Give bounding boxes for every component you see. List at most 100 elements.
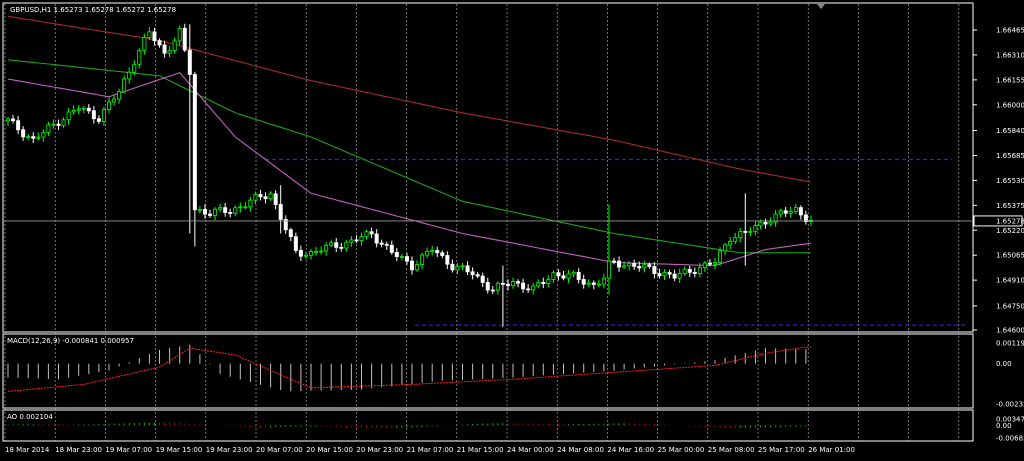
candle-body[interactable] bbox=[505, 283, 510, 287]
candle-body[interactable] bbox=[329, 242, 334, 246]
candle-body[interactable] bbox=[344, 241, 349, 249]
candle-body[interactable] bbox=[293, 236, 298, 251]
candle-body[interactable] bbox=[672, 273, 677, 279]
candle-body[interactable] bbox=[374, 233, 379, 244]
candle-body[interactable] bbox=[41, 131, 46, 138]
candle-body[interactable] bbox=[556, 272, 561, 277]
candle-body[interactable] bbox=[152, 31, 157, 42]
candle-body[interactable] bbox=[51, 123, 56, 126]
candle-body[interactable] bbox=[713, 262, 718, 265]
candle-body[interactable] bbox=[127, 71, 132, 80]
candle-body[interactable] bbox=[480, 275, 485, 283]
candle-body[interactable] bbox=[637, 266, 642, 269]
candle-body[interactable] bbox=[359, 236, 364, 242]
candle-body[interactable] bbox=[415, 264, 420, 271]
candle-body[interactable] bbox=[768, 221, 773, 225]
candle-body[interactable] bbox=[258, 194, 263, 198]
candle-body[interactable] bbox=[96, 118, 101, 122]
candle-body[interactable] bbox=[268, 193, 273, 200]
candle-body[interactable] bbox=[778, 210, 783, 215]
candle-body[interactable] bbox=[743, 231, 748, 233]
candle-body[interactable] bbox=[137, 49, 142, 65]
candle-body[interactable] bbox=[551, 272, 556, 280]
candle-body[interactable] bbox=[81, 107, 86, 110]
candle-body[interactable] bbox=[71, 109, 76, 113]
candle-body[interactable] bbox=[707, 262, 712, 265]
candle-body[interactable] bbox=[233, 207, 238, 214]
candle-body[interactable] bbox=[702, 262, 707, 268]
candle-body[interactable] bbox=[748, 230, 753, 233]
candle-body[interactable] bbox=[667, 272, 672, 275]
candle-body[interactable] bbox=[788, 211, 793, 214]
candle-body[interactable] bbox=[107, 101, 112, 110]
candle-body[interactable] bbox=[86, 107, 91, 112]
candle-body[interactable] bbox=[112, 98, 117, 103]
candle-body[interactable] bbox=[581, 279, 586, 285]
candle-body[interactable] bbox=[298, 250, 303, 257]
candle-body[interactable] bbox=[521, 282, 526, 290]
candle-body[interactable] bbox=[783, 210, 788, 214]
candle-body[interactable] bbox=[763, 221, 768, 225]
candle-body[interactable] bbox=[657, 273, 662, 277]
candle-body[interactable] bbox=[288, 229, 293, 238]
candle-body[interactable] bbox=[627, 263, 632, 267]
candle-body[interactable] bbox=[56, 123, 61, 126]
candle-body[interactable] bbox=[541, 281, 546, 284]
candle-body[interactable] bbox=[162, 44, 167, 54]
candle-body[interactable] bbox=[606, 260, 611, 279]
candle-body[interactable] bbox=[460, 265, 465, 268]
candle-body[interactable] bbox=[36, 136, 41, 139]
candle-body[interactable] bbox=[728, 240, 733, 246]
candle-body[interactable] bbox=[682, 268, 687, 274]
candle-body[interactable] bbox=[46, 124, 51, 133]
candle-body[interactable] bbox=[622, 265, 627, 268]
candle-body[interactable] bbox=[425, 250, 430, 256]
candle-body[interactable] bbox=[26, 136, 31, 139]
candle-body[interactable] bbox=[677, 272, 682, 279]
candle-body[interactable] bbox=[586, 282, 591, 285]
candle-body[interactable] bbox=[490, 289, 495, 292]
candle-body[interactable] bbox=[692, 271, 697, 274]
candle-body[interactable] bbox=[793, 207, 798, 212]
candle-body[interactable] bbox=[455, 265, 460, 271]
candle-body[interactable] bbox=[758, 221, 763, 227]
candle-body[interactable] bbox=[753, 225, 758, 232]
candle-body[interactable] bbox=[324, 244, 329, 252]
candle-body[interactable] bbox=[66, 111, 71, 121]
candle-body[interactable] bbox=[561, 275, 566, 279]
candle-body[interactable] bbox=[591, 282, 596, 285]
candle-body[interactable] bbox=[394, 252, 399, 258]
candle-body[interactable] bbox=[500, 282, 505, 285]
candle-body[interactable] bbox=[192, 74, 197, 211]
candle-body[interactable] bbox=[510, 281, 515, 287]
candle-body[interactable] bbox=[202, 208, 207, 215]
candle-body[interactable] bbox=[6, 118, 11, 122]
candle-body[interactable] bbox=[576, 271, 581, 280]
candle-body[interactable] bbox=[718, 250, 723, 264]
candle-body[interactable] bbox=[76, 108, 81, 111]
candle-body[interactable] bbox=[91, 110, 96, 120]
candle-body[interactable] bbox=[314, 251, 319, 253]
candle-body[interactable] bbox=[248, 199, 253, 208]
candle-body[interactable] bbox=[389, 244, 394, 253]
candle-body[interactable] bbox=[440, 252, 445, 256]
candle-body[interactable] bbox=[445, 255, 450, 265]
candle-body[interactable] bbox=[526, 288, 531, 291]
candle-body[interactable] bbox=[450, 263, 455, 271]
candle-body[interactable] bbox=[349, 239, 354, 243]
candle-body[interactable] bbox=[642, 264, 647, 269]
candle-body[interactable] bbox=[485, 282, 490, 291]
candle-body[interactable] bbox=[278, 204, 283, 220]
candle-body[interactable] bbox=[213, 208, 218, 216]
candle-body[interactable] bbox=[435, 250, 440, 254]
candle-body[interactable] bbox=[177, 27, 182, 42]
candle-body[interactable] bbox=[404, 256, 409, 262]
candle-body[interactable] bbox=[364, 231, 369, 238]
candle-body[interactable] bbox=[21, 129, 26, 138]
candle-body[interactable] bbox=[142, 37, 147, 51]
candle-body[interactable] bbox=[546, 279, 551, 284]
candle-body[interactable] bbox=[571, 271, 576, 275]
candle-body[interactable] bbox=[617, 260, 622, 268]
candle-body[interactable] bbox=[596, 283, 601, 286]
candle-body[interactable] bbox=[536, 281, 541, 287]
